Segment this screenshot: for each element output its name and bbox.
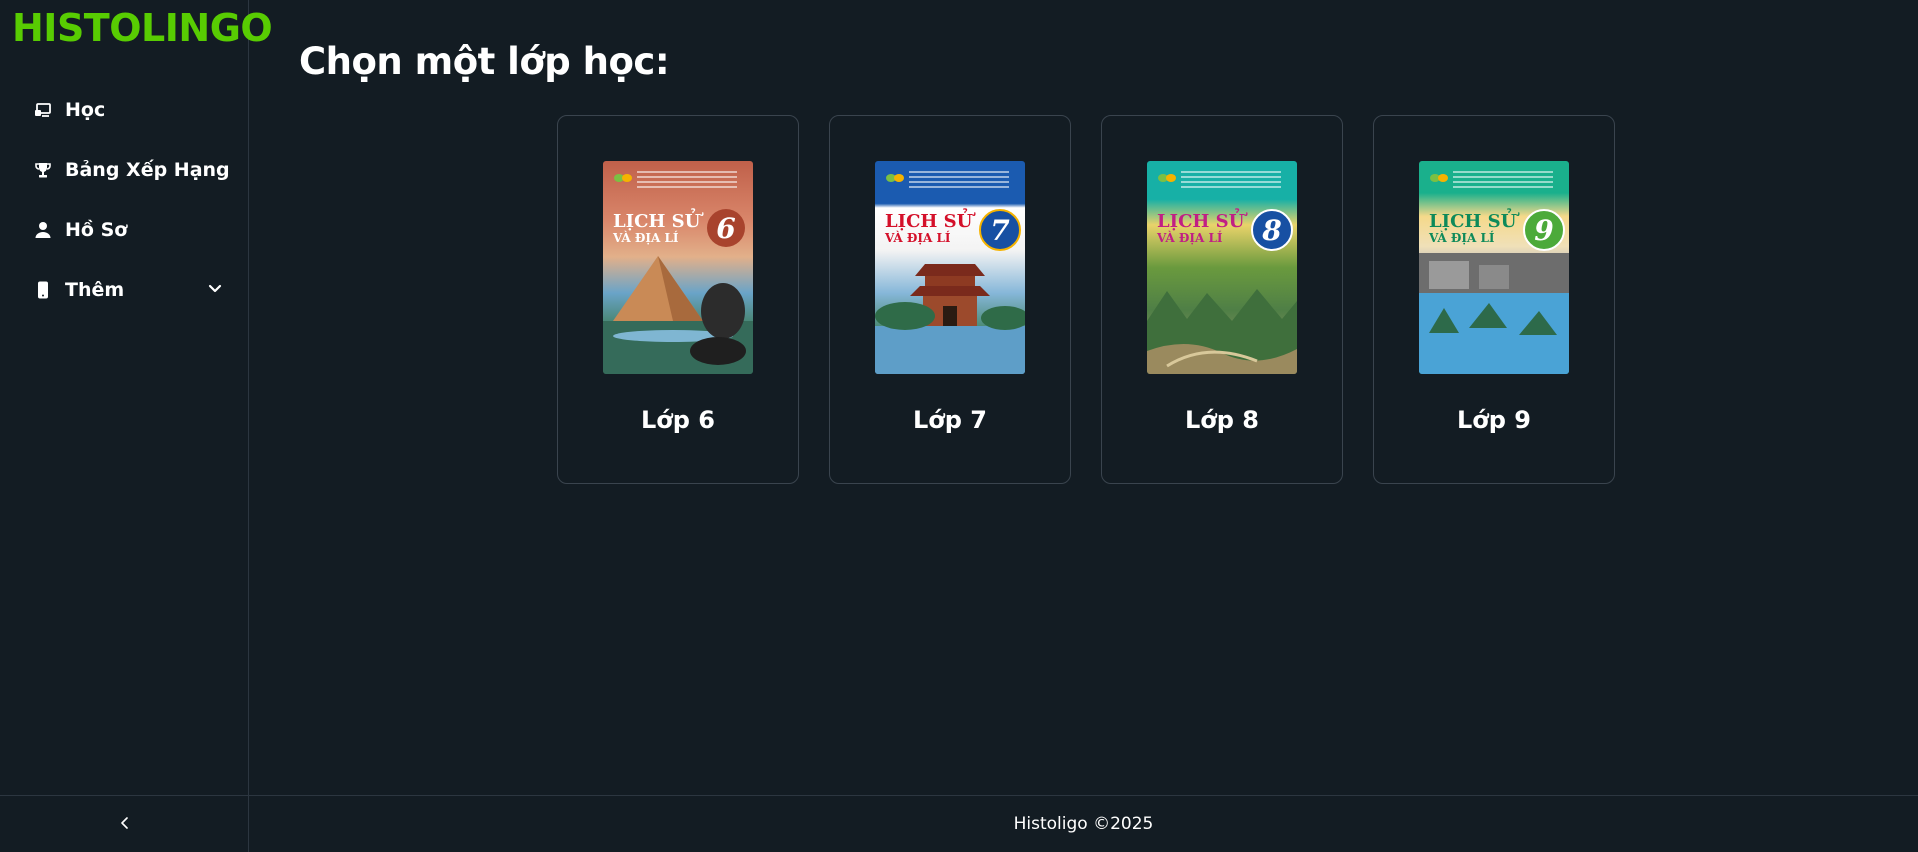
grade-card-9[interactable]: LỊCH SỬ VÀ ĐỊA LÍ 9 Lớp 9 [1373,115,1615,484]
temple-illustration [875,264,1025,374]
publisher-logo-icon [886,174,904,182]
cover-title-line-2: VÀ ĐỊA LÍ [613,231,679,245]
sidebar-nav: Học Bảng Xếp Hạng Hồ Sơ Thêm [0,80,249,320]
cover-grade-number: 6 [707,209,745,247]
cover-grade-number: 9 [1523,209,1565,251]
cover-text-lines [909,171,1009,193]
book-cover-9: LỊCH SỬ VÀ ĐỊA LÍ 9 [1419,161,1569,374]
sidebar: HISTOLINGO Học Bảng Xếp Hạng Hồ Sơ Thêm [0,0,273,852]
chevron-down-icon[interactable] [207,281,223,297]
sidebar-item-leaderboard[interactable]: Bảng Xếp Hạng [0,140,249,200]
chevron-left-icon [118,815,132,834]
cover-title-line-2: VÀ ĐỊA LÍ [885,231,951,245]
bay-illustration [1419,253,1569,374]
sidebar-item-label: Thêm [65,279,125,301]
cover-title-line-1: LỊCH SỬ [1157,211,1245,232]
pyramid-illustration [603,256,753,374]
landscape-illustration [1147,289,1297,374]
grade-card-list: LỊCH SỬ VÀ ĐỊA LÍ 6 Lớp 6 LỊCH SỬ VÀ ĐỊA… [557,115,1615,484]
cover-title: LỊCH SỬ VÀ ĐỊA LÍ [1429,213,1516,247]
sidebar-item-label: Hồ Sơ [65,219,128,241]
publisher-logo-icon [1430,174,1448,182]
grade-label: Lớp 6 [640,406,715,434]
publisher-logo-icon [614,174,632,182]
sidebar-item-profile[interactable]: Hồ Sơ [0,200,249,260]
grade-card-7[interactable]: LỊCH SỬ VÀ ĐỊA LÍ 7 Lớp 7 [829,115,1071,484]
grade-card-8[interactable]: LỊCH SỬ VÀ ĐỊA LÍ 8 Lớp 8 [1101,115,1343,484]
cover-text-lines [1181,171,1281,193]
cover-text-lines [1453,171,1553,193]
cover-title: LỊCH SỬ VÀ ĐỊA LÍ [1157,213,1244,247]
mobile-icon [34,281,52,299]
app-logo[interactable]: HISTOLINGO [12,6,273,50]
book-cover-6: LỊCH SỬ VÀ ĐỊA LÍ 6 [603,161,753,374]
book-cover-7: LỊCH SỬ VÀ ĐỊA LÍ 7 [875,161,1025,374]
cover-title-line-1: LỊCH SỬ [885,211,973,232]
user-icon [34,221,52,239]
grade-card-6[interactable]: LỊCH SỬ VÀ ĐỊA LÍ 6 Lớp 6 [557,115,799,484]
book-cover-8: LỊCH SỬ VÀ ĐỊA LÍ 8 [1147,161,1297,374]
cover-title: LỊCH SỬ VÀ ĐỊA LÍ [613,213,700,247]
cover-title-line-1: LỊCH SỬ [1429,211,1517,232]
sidebar-collapse-button[interactable] [0,795,249,852]
sidebar-item-label: Học [65,99,106,121]
cover-title-line-2: VÀ ĐỊA LÍ [1429,231,1495,245]
footer-copyright: Histoligo ©2025 [1013,814,1154,834]
page-footer: Histoligo ©2025 [249,795,1918,852]
sidebar-item-more[interactable]: Thêm [0,260,249,320]
cover-title-line-1: LỊCH SỬ [613,211,701,232]
sidebar-item-hoc[interactable]: Học [0,80,249,140]
cover-title-line-2: VÀ ĐỊA LÍ [1157,231,1223,245]
learn-icon [34,101,52,119]
page-title: Chọn một lớp học: [299,40,670,83]
main-content: Chọn một lớp học: LỊCH SỬ VÀ ĐỊA LÍ 6 Lớ… [249,0,1918,852]
cover-title: LỊCH SỬ VÀ ĐỊA LÍ [885,213,972,247]
grade-label: Lớp 7 [912,406,987,434]
publisher-logo-icon [1158,174,1176,182]
trophy-icon [34,161,52,179]
sidebar-item-label: Bảng Xếp Hạng [65,159,230,181]
cover-text-lines [637,171,737,193]
grade-label: Lớp 9 [1456,406,1531,434]
cover-grade-number: 8 [1251,209,1293,251]
grade-label: Lớp 8 [1184,406,1259,434]
cover-grade-number: 7 [979,209,1021,251]
